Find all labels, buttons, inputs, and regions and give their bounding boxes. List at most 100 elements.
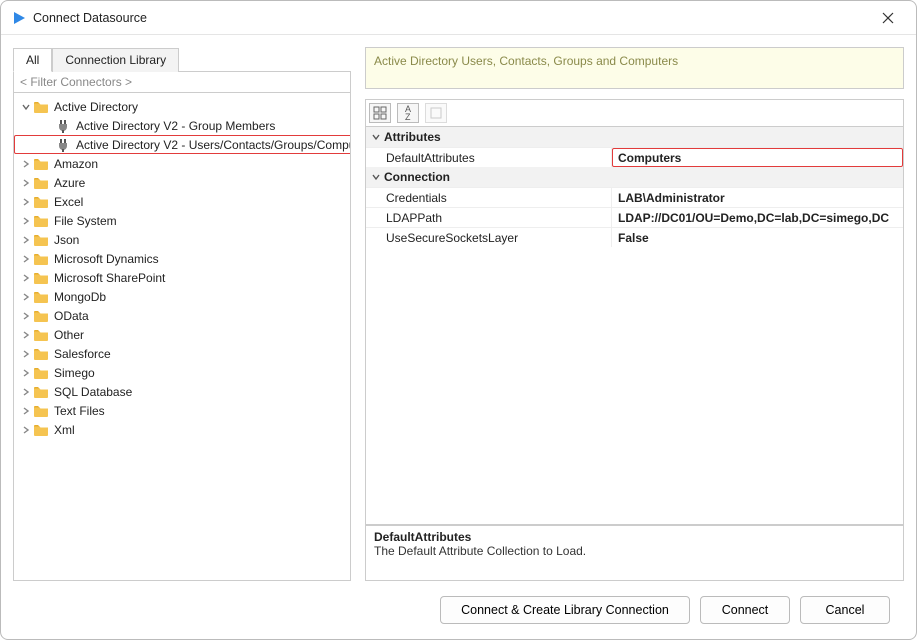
prop-ldappath[interactable]: LDAPPath LDAP://DC01/OU=Demo,DC=lab,DC=s… xyxy=(366,207,903,227)
prop-value[interactable]: Computers xyxy=(612,148,903,167)
chevron-right-icon[interactable] xyxy=(18,346,34,362)
description-text: The Default Attribute Collection to Load… xyxy=(374,544,895,558)
prop-name: Credentials xyxy=(366,188,612,207)
dialog-window: Connect Datasource All Connection Librar… xyxy=(0,0,917,640)
folder-icon xyxy=(34,310,48,322)
description-banner: Active Directory Users, Contacts, Groups… xyxy=(365,47,904,89)
tree-node-excel[interactable]: Excel xyxy=(14,192,351,211)
tree-node-simego[interactable]: Simego xyxy=(14,363,351,382)
folder-icon xyxy=(34,386,48,398)
tree-node-textfiles[interactable]: Text Files xyxy=(14,401,351,420)
window-title: Connect Datasource xyxy=(33,11,870,25)
tree-node-amazon[interactable]: Amazon xyxy=(14,154,351,173)
tree-node-label: OData xyxy=(52,309,91,323)
category-connection[interactable]: Connection xyxy=(366,167,903,187)
chevron-right-icon[interactable] xyxy=(18,289,34,305)
prop-value[interactable]: False xyxy=(612,228,903,247)
tree-node-label: File System xyxy=(52,214,119,228)
prop-value[interactable]: LDAP://DC01/OU=Demo,DC=lab,DC=simego,DC xyxy=(612,208,903,227)
chevron-right-icon[interactable] xyxy=(18,213,34,229)
prop-name: DefaultAttributes xyxy=(366,148,612,167)
chevron-down-icon[interactable] xyxy=(368,169,384,185)
prop-defaultattributes[interactable]: DefaultAttributes Computers xyxy=(366,147,903,167)
chevron-right-icon[interactable] xyxy=(18,365,34,381)
folder-icon xyxy=(34,367,48,379)
tree-node-label: Other xyxy=(52,328,86,342)
folder-icon xyxy=(34,424,48,436)
tree-node-xml[interactable]: Xml xyxy=(14,420,351,439)
connect-create-library-button[interactable]: Connect & Create Library Connection xyxy=(440,596,690,624)
category-attributes[interactable]: Attributes xyxy=(366,127,903,147)
tree-node-filesystem[interactable]: File System xyxy=(14,211,351,230)
chevron-right-icon[interactable] xyxy=(18,422,34,438)
connector-icon xyxy=(56,138,70,152)
filter-input[interactable]: < Filter Connectors > xyxy=(13,71,351,93)
tree-node-mongodb[interactable]: MongoDb xyxy=(14,287,351,306)
connect-button[interactable]: Connect xyxy=(700,596,790,624)
app-icon xyxy=(11,10,27,26)
tree-node-sharepoint[interactable]: Microsoft SharePoint xyxy=(14,268,351,287)
chevron-right-icon[interactable] xyxy=(18,327,34,343)
chevron-right-icon[interactable] xyxy=(18,232,34,248)
chevron-right-icon[interactable] xyxy=(18,308,34,324)
tree-node-label: Microsoft SharePoint xyxy=(52,271,167,285)
tab-all[interactable]: All xyxy=(13,48,52,72)
property-pages-button[interactable] xyxy=(425,103,447,123)
close-button[interactable] xyxy=(870,4,906,32)
banner-text: Active Directory Users, Contacts, Groups… xyxy=(374,54,678,68)
tree-node-label: Microsoft Dynamics xyxy=(52,252,161,266)
filter-placeholder: < Filter Connectors > xyxy=(20,75,132,89)
tree-node-active-directory[interactable]: Active Directory xyxy=(14,97,351,116)
connector-icon xyxy=(56,119,70,133)
prop-credentials[interactable]: Credentials LAB\Administrator xyxy=(366,187,903,207)
tree-node-odata[interactable]: OData xyxy=(14,306,351,325)
tree-node-ms-dynamics[interactable]: Microsoft Dynamics xyxy=(14,249,351,268)
tree-node-salesforce[interactable]: Salesforce xyxy=(14,344,351,363)
chevron-right-icon[interactable] xyxy=(18,251,34,267)
prop-name: LDAPPath xyxy=(366,208,612,227)
category-label: Attributes xyxy=(384,130,441,144)
tree-node-label: Azure xyxy=(52,176,87,190)
tree-node-label: Active Directory V2 - Users/Contacts/Gro… xyxy=(74,138,351,152)
tree-node-sql[interactable]: SQL Database xyxy=(14,382,351,401)
categorize-button[interactable] xyxy=(369,103,391,123)
tree-node-ad-users-contacts[interactable]: Active Directory V2 - Users/Contacts/Gro… xyxy=(14,135,351,154)
tree-node-json[interactable]: Json xyxy=(14,230,351,249)
property-description: DefaultAttributes The Default Attribute … xyxy=(365,525,904,581)
left-panel: All Connection Library < Filter Connecto… xyxy=(13,47,351,581)
folder-icon xyxy=(34,329,48,341)
prop-value[interactable]: LAB\Administrator xyxy=(612,188,903,207)
chevron-down-icon[interactable] xyxy=(368,129,384,145)
chevron-right-icon[interactable] xyxy=(18,384,34,400)
chevron-right-icon[interactable] xyxy=(18,270,34,286)
tree-node-label: Text Files xyxy=(52,404,107,418)
folder-icon xyxy=(34,291,48,303)
description-title: DefaultAttributes xyxy=(374,530,895,544)
chevron-right-icon[interactable] xyxy=(18,175,34,191)
dialog-footer: Connect & Create Library Connection Conn… xyxy=(13,581,904,639)
chevron-down-icon[interactable] xyxy=(18,99,34,115)
tree-node-ad-group-members[interactable]: Active Directory V2 - Group Members xyxy=(14,116,351,135)
tree-node-azure[interactable]: Azure xyxy=(14,173,351,192)
prop-usesecure[interactable]: UseSecureSocketsLayer False xyxy=(366,227,903,247)
connector-tabs: All Connection Library xyxy=(13,47,351,71)
tree-node-label: Xml xyxy=(52,423,77,437)
tree-node-label: Active Directory xyxy=(52,100,140,114)
folder-icon xyxy=(34,253,48,265)
prop-name: UseSecureSocketsLayer xyxy=(366,228,612,247)
chevron-right-icon[interactable] xyxy=(18,403,34,419)
cancel-button[interactable]: Cancel xyxy=(800,596,890,624)
connector-tree[interactable]: Active Directory Active Directory V2 - G… xyxy=(13,93,351,581)
folder-icon xyxy=(34,348,48,360)
tree-node-label: Excel xyxy=(52,195,85,209)
chevron-right-icon[interactable] xyxy=(18,194,34,210)
tab-connection-library[interactable]: Connection Library xyxy=(52,48,179,72)
chevron-right-icon[interactable] xyxy=(18,156,34,172)
folder-icon xyxy=(34,215,48,227)
property-toolbar: AZ xyxy=(365,99,904,126)
sort-az-button[interactable]: AZ xyxy=(397,103,419,123)
tree-node-other[interactable]: Other xyxy=(14,325,351,344)
folder-icon xyxy=(34,272,48,284)
folder-icon xyxy=(34,234,48,246)
property-grid[interactable]: Attributes DefaultAttributes Computers C… xyxy=(365,126,904,525)
